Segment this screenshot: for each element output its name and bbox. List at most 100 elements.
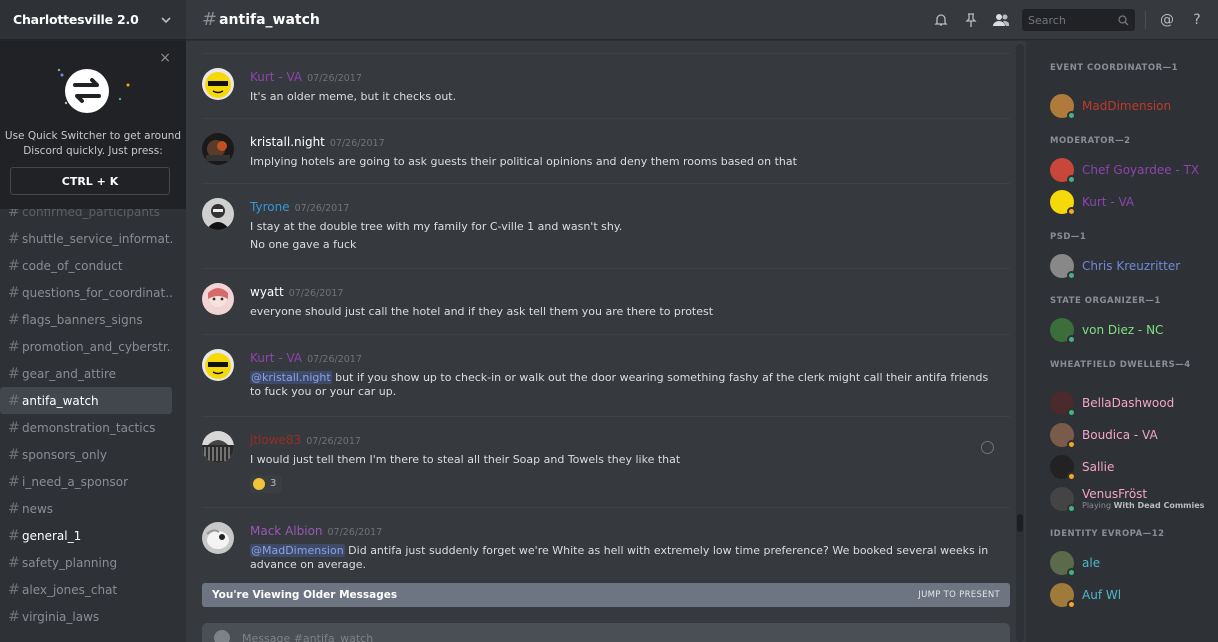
- message-line: @kristall.night but if you show up to ch…: [250, 371, 990, 399]
- close-icon[interactable]: ×: [159, 51, 171, 65]
- member-item[interactable]: Sallie: [1050, 453, 1114, 481]
- author-name[interactable]: Kurt - VA: [250, 70, 302, 84]
- hash-icon: #: [8, 446, 20, 463]
- avatar: [1050, 158, 1076, 184]
- older-messages-bar: You're Viewing Older Messages JUMP TO PR…: [202, 583, 1010, 607]
- status-idle-icon: [1067, 207, 1076, 216]
- avatar[interactable]: [202, 133, 234, 165]
- member-item[interactable]: ale: [1050, 549, 1100, 577]
- channel-name: demonstration_tactics: [22, 420, 156, 435]
- channel-item[interactable]: # gear_and_attire: [0, 360, 172, 387]
- message-scrollbar[interactable]: [1016, 44, 1024, 642]
- avatar[interactable]: [202, 522, 234, 554]
- author-name[interactable]: kristall.night: [250, 135, 325, 149]
- message-line: It's an older meme, but it checks out.: [250, 90, 990, 104]
- mention-icon[interactable]: @: [1156, 9, 1178, 31]
- author-name[interactable]: Mack Albion: [250, 524, 323, 538]
- avatar[interactable]: [202, 68, 234, 100]
- message-composer[interactable]: Message #antifa_watch: [202, 623, 1010, 642]
- quick-switcher-line1: Use Quick Switcher to get around: [4, 130, 182, 142]
- composer-placeholder: Message #antifa_watch: [242, 631, 374, 642]
- shortcut-key[interactable]: CTRL + K: [10, 167, 170, 195]
- member-item[interactable]: MadDimension: [1050, 92, 1171, 120]
- channel-item[interactable]: # code_of_conduct: [0, 252, 172, 279]
- timestamp: 07/26/2017: [288, 288, 344, 299]
- hash-icon: #: [8, 230, 20, 247]
- message-header: wyatt 07/26/2017: [250, 285, 343, 299]
- member-text: Kurt - VA: [1082, 195, 1134, 209]
- message: kristall.night 07/26/2017 Implying hotels …: [202, 118, 1010, 183]
- user-mention[interactable]: @kristall.night: [250, 371, 332, 384]
- member-item[interactable]: Boudica - VA: [1050, 421, 1158, 449]
- hash-icon: #: [8, 338, 20, 355]
- pin-icon[interactable]: [960, 9, 982, 31]
- member-name: VenusFröst: [1082, 487, 1148, 501]
- member-text: Boudica - VA: [1082, 428, 1158, 442]
- member-item[interactable]: von Diez - NC: [1050, 316, 1163, 344]
- message: Kurt - VA 07/26/2017 @kristall.night but i…: [202, 334, 1010, 416]
- timestamp: 07/26/2017: [306, 436, 361, 447]
- channel-item[interactable]: # shuttle_service_informat...: [0, 225, 172, 252]
- member-text: von Diez - NC: [1082, 323, 1163, 337]
- channel-item[interactable]: # virginia_laws: [0, 603, 172, 630]
- hash-icon: #: [8, 311, 20, 328]
- member-list: EVENT COORDINATOR—1 MadDimension MODERATOR…: [1026, 41, 1218, 642]
- hash-icon: #: [8, 608, 20, 625]
- author-name[interactable]: Tyrone: [250, 200, 290, 214]
- members-icon[interactable]: [990, 9, 1012, 31]
- server-name: Charlottesville 2.0: [13, 12, 139, 27]
- older-messages-text: You're Viewing Older Messages: [212, 589, 398, 601]
- hash-icon: #: [8, 419, 20, 436]
- channel-item[interactable]: # general_1: [0, 522, 172, 549]
- channel-item[interactable]: # safety_planning: [0, 549, 172, 576]
- channel-name: news: [22, 501, 54, 516]
- author-name[interactable]: wyatt: [250, 285, 284, 299]
- member-item[interactable]: Auf Wl: [1050, 581, 1121, 609]
- channel-item[interactable]: # news: [0, 495, 172, 522]
- quick-switcher-icon: [57, 68, 130, 113]
- status-online-icon: [1067, 408, 1076, 417]
- avatar[interactable]: [202, 198, 234, 230]
- message-body: @kristall.night but if you show up to ch…: [250, 371, 990, 403]
- channel-item[interactable]: # questions_for_coordinat...: [0, 279, 172, 306]
- message-text: Implying hotels are going to ask guests …: [250, 155, 797, 168]
- hash-icon: #: [8, 284, 20, 301]
- author-name[interactable]: Kurt - VA: [250, 351, 302, 365]
- channel-name: i_need_a_sponsor: [22, 474, 129, 489]
- message: wyatt 07/26/2017 everyone should just call…: [202, 268, 1010, 334]
- author-name[interactable]: jtlowe83: [250, 433, 301, 447]
- channel-item[interactable]: # antifa_watch: [0, 387, 172, 414]
- status-online-icon: [1067, 504, 1076, 513]
- joy-emoji-icon: [253, 478, 265, 490]
- member-item[interactable]: Chris Kreuzritter: [1050, 252, 1180, 280]
- member-item[interactable]: VenusFröst Playing With Dead Commies: [1050, 485, 1204, 513]
- channel-item[interactable]: # demonstration_tactics: [0, 414, 172, 441]
- bell-icon[interactable]: [930, 9, 952, 31]
- server-header[interactable]: Charlottesville 2.0: [0, 0, 186, 40]
- message: Tyrone 07/26/2017 I stay at the double tre…: [202, 183, 1010, 268]
- avatar[interactable]: [202, 349, 234, 381]
- channel-item[interactable]: # sponsors_only: [0, 441, 172, 468]
- channel-name: questions_for_coordinat...: [22, 285, 172, 300]
- channel-title: antifa_watch: [219, 11, 320, 28]
- upload-icon[interactable]: [214, 630, 230, 642]
- channel-item[interactable]: # promotion_and_cyberstr...: [0, 333, 172, 360]
- scroll-thumb[interactable]: [1017, 514, 1023, 532]
- help-icon[interactable]: ?: [1186, 9, 1208, 31]
- jump-to-present-button[interactable]: JUMP TO PRESENT: [918, 590, 1000, 600]
- avatar[interactable]: [202, 431, 234, 463]
- member-text: ale: [1082, 556, 1100, 570]
- search-input[interactable]: Search: [1022, 9, 1135, 31]
- avatar[interactable]: [202, 283, 234, 315]
- channel-name: code_of_conduct: [22, 258, 123, 273]
- channel-item[interactable]: # flags_banners_signs: [0, 306, 172, 333]
- member-item[interactable]: Chef Goyardee - TX: [1050, 156, 1199, 184]
- member-item[interactable]: BellaDashwood: [1050, 389, 1174, 417]
- user-mention[interactable]: @MadDimension: [250, 544, 345, 557]
- message-text: I would just tell them I'm there to stea…: [250, 453, 681, 466]
- member-item[interactable]: Kurt - VA: [1050, 188, 1134, 216]
- channel-item[interactable]: # i_need_a_sponsor: [0, 468, 172, 495]
- reaction-button[interactable]: 3: [250, 475, 283, 493]
- search-icon: [1118, 14, 1129, 25]
- channel-item[interactable]: # alex_jones_chat: [0, 576, 172, 603]
